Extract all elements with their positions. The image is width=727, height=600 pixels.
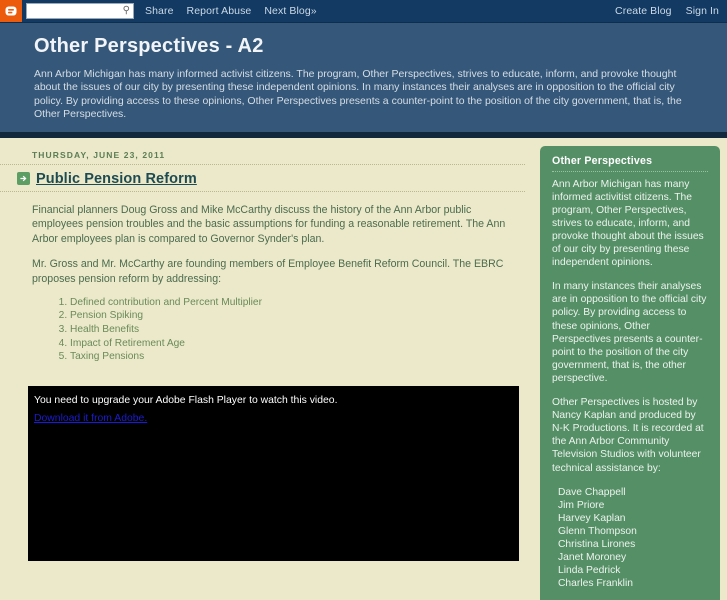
- list-item: Dave Chappell: [558, 486, 626, 498]
- download-flash-link[interactable]: Download it from Adobe.: [34, 413, 147, 424]
- page-body: THURSDAY, JUNE 23, 2011 Public Pension R…: [0, 137, 727, 600]
- blogger-logo-icon[interactable]: [0, 0, 22, 22]
- list-item: Janet Moroney: [558, 552, 627, 564]
- divider: [552, 170, 708, 172]
- sidebar-column: Other Perspectives Ann Arbor Michigan ha…: [531, 138, 720, 600]
- list-item: Charles Franklin: [558, 578, 633, 590]
- list-item: Health Benefits: [70, 323, 517, 336]
- share-link[interactable]: Share: [145, 5, 174, 17]
- sidebar-paragraph-3: Other Perspectives is hosted by Nancy Ka…: [552, 397, 704, 474]
- post-paragraph-1: Financial planners Doug Gross and Mike M…: [32, 203, 506, 245]
- post-date-header: THURSDAY, JUNE 23, 2011: [32, 149, 166, 160]
- blogger-navbar: ⚲ Share Report Abuse Next Blog» Create B…: [0, 0, 727, 23]
- sidebar-title: Other Perspectives: [552, 154, 653, 167]
- list-item: Glenn Thompson: [558, 525, 637, 537]
- list-item: Taxing Pensions: [70, 350, 517, 363]
- list-item: Impact of Retirement Age: [70, 337, 517, 350]
- blog-header: Other Perspectives - A2 Ann Arbor Michig…: [0, 23, 727, 138]
- sidebar-paragraph-2: In many instances their analyses are in …: [552, 281, 707, 384]
- list-item: Pension Spiking: [70, 309, 517, 322]
- post-topic-list: Defined contribution and Percent Multipl…: [32, 296, 517, 364]
- divider: [0, 163, 525, 165]
- green-arrow-icon: [17, 172, 30, 186]
- sidebar-paragraph-1: Ann Arbor Michigan has many informed act…: [552, 178, 704, 269]
- divider: [0, 190, 525, 192]
- post-title[interactable]: Public Pension Reform: [36, 171, 197, 187]
- navbar-links: Share Report Abuse Next Blog»: [145, 5, 317, 17]
- navbar-account-links: Create Blog Sign In: [615, 5, 719, 17]
- sidebar-widget-about: Other Perspectives Ann Arbor Michigan ha…: [540, 145, 720, 600]
- search-input[interactable]: [27, 5, 117, 17]
- list-item: Defined contribution and Percent Multipl…: [70, 296, 517, 309]
- list-item: Harvey Kaplan: [558, 512, 626, 524]
- blog-description: Ann Arbor Michigan has many informed act…: [34, 68, 682, 121]
- search-box[interactable]: ⚲: [26, 3, 134, 19]
- flash-video-placeholder[interactable]: You need to upgrade your Adobe Flash Pla…: [28, 385, 519, 561]
- main-content-column: THURSDAY, JUNE 23, 2011 Public Pension R…: [0, 137, 531, 561]
- post-body: Financial planners Doug Gross and Mike M…: [32, 203, 531, 364]
- next-blog-link[interactable]: Next Blog»: [264, 5, 316, 17]
- create-blog-link[interactable]: Create Blog: [615, 5, 672, 17]
- list-item: Jim Priore: [558, 499, 605, 511]
- report-abuse-link[interactable]: Report Abuse: [187, 5, 252, 17]
- flash-upgrade-message: You need to upgrade your Adobe Flash Pla…: [34, 394, 338, 406]
- post-paragraph-2: Mr. Gross and Mr. McCarthy are founding …: [32, 258, 504, 285]
- sign-in-link[interactable]: Sign In: [686, 5, 719, 17]
- post-title-row: Public Pension Reform: [17, 171, 531, 187]
- sidebar-credits-list: Dave Chappell Jim Priore Harvey Kaplan G…: [552, 486, 708, 591]
- search-icon[interactable]: ⚲: [123, 5, 130, 16]
- blog-title: Other Perspectives - A2: [34, 35, 264, 57]
- list-item: Linda Pedrick: [558, 565, 621, 577]
